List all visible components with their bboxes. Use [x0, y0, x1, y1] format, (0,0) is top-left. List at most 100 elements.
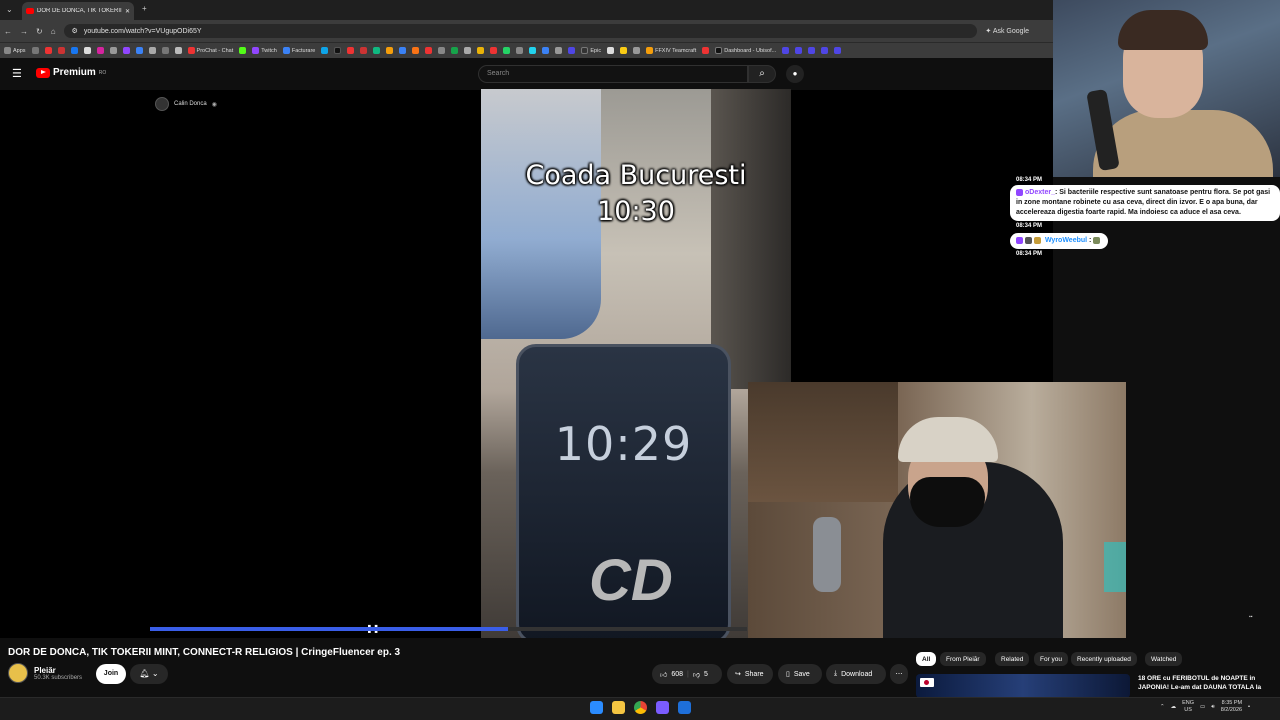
bookmark-icon[interactable]	[834, 47, 842, 54]
bookmark-prochat[interactable]: ProChat - Chat	[187, 47, 233, 54]
share-button[interactable]: ↪ Share	[727, 664, 773, 684]
bookmark-ffxiv[interactable]: FFXIV Teamcraft	[646, 47, 696, 54]
chip-related[interactable]: Related	[995, 652, 1030, 666]
close-tab-icon[interactable]: ✕	[125, 8, 130, 15]
bookmark-icon[interactable]	[529, 47, 537, 54]
bookmark-icon[interactable]	[347, 47, 355, 54]
bookmark-epic[interactable]: Epic	[581, 47, 601, 54]
home-icon[interactable]: ⌂	[51, 27, 56, 36]
chip-watched[interactable]: Watched	[1145, 652, 1183, 666]
discord-icon[interactable]	[656, 701, 669, 714]
chip-for-you[interactable]: For you	[1034, 652, 1069, 666]
search-button[interactable]: ⌕	[748, 65, 776, 83]
like-dislike-group[interactable]: 👍︎ 608 | 👎︎ 5	[652, 664, 722, 684]
save-button[interactable]: ▯ Save	[778, 664, 822, 684]
grid-icon[interactable]	[31, 47, 39, 54]
voice-search-button[interactable]: ●	[786, 65, 804, 83]
bookmark-icon[interactable]	[516, 47, 524, 54]
join-button[interactable]: Join	[96, 664, 126, 684]
bookmark-icon[interactable]	[568, 47, 576, 54]
browser-tab[interactable]: DOR DE DONCA, TIK TOKERII M ✕	[22, 2, 134, 20]
start-icon[interactable]	[590, 701, 603, 714]
more-actions-button[interactable]: ⋯	[890, 664, 908, 684]
facebook-icon[interactable]	[70, 47, 78, 54]
bookmark-icon[interactable]	[360, 47, 368, 54]
bookmark-icon[interactable]	[607, 47, 615, 54]
bookmark-icon[interactable]	[44, 47, 52, 54]
bookmark-icon[interactable]	[620, 47, 628, 54]
back-icon[interactable]: ←	[4, 27, 12, 36]
bookmark-icon[interactable]	[477, 47, 485, 54]
notifications-icon[interactable]: ▪	[1248, 704, 1250, 710]
bookmark-icon[interactable]	[795, 47, 803, 54]
download-label: Download	[841, 670, 873, 678]
new-tab-icon[interactable]: +	[142, 4, 147, 13]
bookmark-icon[interactable]	[334, 47, 342, 54]
bookmark-icon[interactable]	[135, 47, 143, 54]
chevron-up-icon[interactable]: ⌃	[1160, 704, 1165, 710]
bookmark-facturare[interactable]: Facturare	[282, 47, 315, 54]
tab-list-icon[interactable]: ⌄	[6, 5, 13, 14]
bookmark-icon[interactable]	[373, 47, 381, 54]
bookmark-icon[interactable]	[412, 47, 420, 54]
file-explorer-icon[interactable]	[612, 701, 625, 714]
thumbs-up-icon[interactable]: 👍︎	[660, 670, 667, 679]
channel-avatar[interactable]	[8, 663, 28, 683]
youtube-premium-logo[interactable]: Premium RO	[36, 67, 106, 78]
cloud-icon[interactable]: ☁	[1171, 704, 1177, 710]
bookmark-icon[interactable]	[490, 47, 498, 54]
site-info-icon[interactable]: ⚙	[72, 27, 78, 35]
bookmark-icon[interactable]	[425, 47, 433, 54]
omnibox[interactable]: ⚙ youtube.com/watch?v=VUgupODi65Y	[63, 24, 978, 38]
language-indicator[interactable]: ENG US	[1182, 700, 1194, 714]
video-channel-overlay[interactable]: Calin Donca ◉	[155, 97, 217, 111]
notification-bell-button[interactable]: 🔔︎ ⌄	[130, 664, 168, 684]
whatsapp-icon[interactable]	[503, 47, 511, 54]
bookmark-icon[interactable]	[122, 47, 130, 54]
bookmark-icon[interactable]	[57, 47, 65, 54]
bookmark-icon[interactable]	[174, 47, 182, 54]
forward-icon[interactable]: →	[20, 27, 28, 36]
bookmark-icon[interactable]	[438, 47, 446, 54]
volume-icon[interactable]: 🔊︎	[1211, 704, 1214, 711]
bookmark-icon[interactable]	[821, 47, 829, 54]
channel-name[interactable]: Pleiăr	[34, 666, 82, 675]
hamburger-menu-icon[interactable]: ☰	[12, 67, 22, 80]
bookmark-icon[interactable]	[386, 47, 394, 54]
bookmark-icon[interactable]	[451, 47, 459, 54]
app-icon[interactable]	[678, 701, 691, 714]
bookmark-icon[interactable]	[555, 47, 563, 54]
thumbs-down-icon[interactable]: 👎︎	[693, 670, 700, 679]
bookmark-icon[interactable]	[161, 47, 169, 54]
network-icon[interactable]: ▭	[1200, 704, 1205, 710]
bookmark-icon[interactable]	[148, 47, 156, 54]
kick-icon[interactable]	[239, 47, 247, 54]
ask-google-button[interactable]: ✦ Ask Google	[985, 27, 1049, 35]
reload-icon[interactable]: ↻	[36, 27, 43, 36]
bookmark-icon[interactable]	[399, 47, 407, 54]
bookmark-icon[interactable]	[633, 47, 641, 54]
chip-all[interactable]: All	[916, 652, 937, 666]
bookmark-icon[interactable]	[464, 47, 472, 54]
bookmark-twitch[interactable]: Twitch	[252, 47, 277, 54]
bookmark-ubisoft[interactable]: Dashboard - Ubisof...	[715, 47, 776, 54]
clock[interactable]: 8:35 PM 8/2/2026	[1221, 700, 1242, 714]
chrome-icon[interactable]	[634, 701, 647, 714]
bookmark-icon[interactable]	[702, 47, 710, 54]
chip-from-channel[interactable]: From Pleiăr	[940, 652, 986, 666]
bookmark-icon[interactable]	[782, 47, 790, 54]
recommendation-title[interactable]: 18 ORE cu FERIBOTUL de NOAPTE in JAPONIA…	[1138, 674, 1268, 692]
x-icon[interactable]	[83, 47, 91, 54]
search-input[interactable]: Search	[478, 65, 748, 83]
bookmark-icon[interactable]	[542, 47, 550, 54]
chip-recently-uploaded[interactable]: Recently uploaded	[1071, 652, 1137, 666]
recommendation-thumbnail[interactable]	[916, 674, 1130, 698]
download-button[interactable]: ⤓ Download	[826, 664, 886, 684]
bookmark-icon[interactable]	[321, 47, 329, 54]
bookmark-apps[interactable]: Apps	[4, 47, 26, 54]
progress-bar[interactable]	[150, 627, 508, 631]
bookmark-icon[interactable]	[109, 47, 117, 54]
instagram-icon[interactable]	[96, 47, 104, 54]
ask-google-label: Ask Google	[992, 28, 1029, 35]
bookmark-icon[interactable]	[808, 47, 816, 54]
